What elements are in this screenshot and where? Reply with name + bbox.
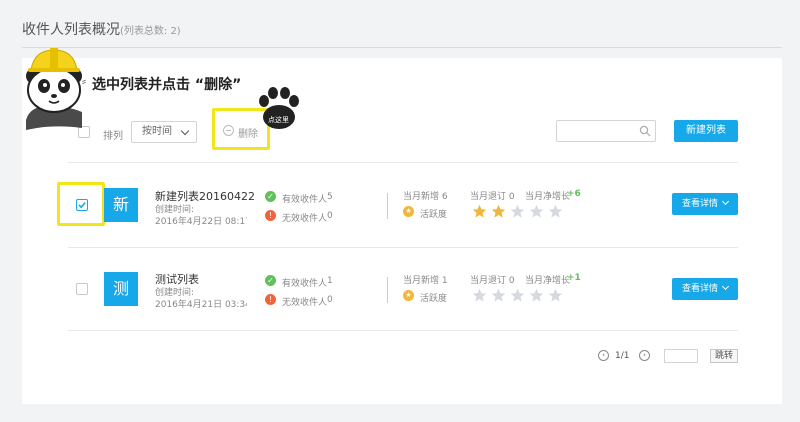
row-checkbox-checked[interactable] [76,199,88,211]
activity-icon: ★ [403,290,414,301]
check-circle-icon: ✓ [265,191,276,202]
activity-stars [472,204,563,219]
page-title: 收件人列表概况 [22,22,120,38]
created-time: 2016年4月22日 08:17 Fric [155,217,247,227]
view-details-button[interactable]: 查看详情 [672,193,738,215]
search-icon [639,125,651,137]
star-empty-icon [510,204,525,218]
activity-label: 活跃度 [420,210,448,220]
chevron-down-icon [721,197,730,206]
row-checkbox[interactable] [76,283,88,295]
vertical-divider [387,277,388,303]
new-list-button[interactable]: 新建列表 [674,120,738,142]
new-this-month: 当月新增 1 [403,276,448,286]
divider [68,162,738,163]
header-divider [22,47,782,48]
star-filled-icon [472,204,487,218]
valid-recipients-label: 有效收件人 [282,279,328,289]
activity-icon: ★ [403,206,414,217]
divider [68,330,738,331]
list-avatar: 新 [104,188,138,222]
invalid-recipients-label: 无效收件人 [282,214,328,224]
jump-button[interactable]: 跳转 [710,349,738,363]
activity-stars [472,288,563,303]
page-info: 1/1 [615,351,630,361]
valid-recipients-label: 有效收件人 [282,195,328,205]
star-empty-icon [510,288,525,302]
activity-label: 活跃度 [420,294,448,304]
unsub-this-month: 当月退订 0 [470,192,515,202]
paw-icon [259,87,299,129]
page-jump-input[interactable] [664,349,698,363]
created-time: 2016年4月21日 03:34 Thu [155,300,247,310]
prev-page-button[interactable]: ‹ [598,350,609,361]
alert-circle-icon: ! [265,294,276,305]
speech-mark-icon: ⸗ [82,74,86,88]
alert-circle-icon: ! [265,210,276,221]
star-empty-icon [548,204,563,218]
net-growth-value: +6 [567,189,581,199]
divider [68,247,738,248]
sort-label: 排列 [103,131,123,142]
page-subtitle: (列表总数: 2) [120,26,181,37]
minus-circle-icon [223,125,234,136]
search-input[interactable] [556,120,656,142]
next-page-button[interactable]: › [639,350,650,361]
page-header: 收件人列表概况 (列表总数: 2) [0,0,800,48]
invalid-recipients-count: 0 [327,211,333,221]
list-avatar: 测 [104,272,138,306]
view-details-label: 查看详情 [681,199,718,209]
star-empty-icon [472,288,487,302]
check-circle-icon: ✓ [265,275,276,286]
star-empty-icon [548,288,563,302]
valid-recipients-count: 5 [327,192,333,202]
valid-recipients-count: 1 [327,276,333,286]
net-growth-value: +1 [567,273,581,283]
star-filled-icon [491,204,506,218]
list-panel: 排列 按时间 删除 新建列表 新 新建列表20160422 创建时间: 2016… [22,58,782,404]
panda-mascot-icon [26,48,82,130]
view-details-label: 查看详情 [681,284,718,294]
instruction-tip: 选中列表并点击 “删除” [92,77,242,93]
invalid-recipients-label: 无效收件人 [282,298,328,308]
chevron-down-icon [180,126,190,136]
vertical-divider [387,193,388,219]
check-icon [78,202,86,209]
invalid-recipients-count: 0 [327,295,333,305]
new-this-month: 当月新增 6 [403,192,448,202]
star-empty-icon [529,204,544,218]
star-empty-icon [529,288,544,302]
net-growth-label: 当月净增长 [525,276,571,286]
sort-select[interactable]: 按时间 [131,121,197,143]
net-growth-label: 当月净增长 [525,192,571,202]
unsub-this-month: 当月退订 0 [470,276,515,286]
chevron-down-icon [721,282,730,291]
click-here-label: 点这里 [268,116,289,124]
sort-select-value: 按时间 [142,126,172,137]
delete-button[interactable]: 删除 [238,125,258,140]
view-details-button[interactable]: 查看详情 [672,278,738,300]
star-empty-icon [491,288,506,302]
